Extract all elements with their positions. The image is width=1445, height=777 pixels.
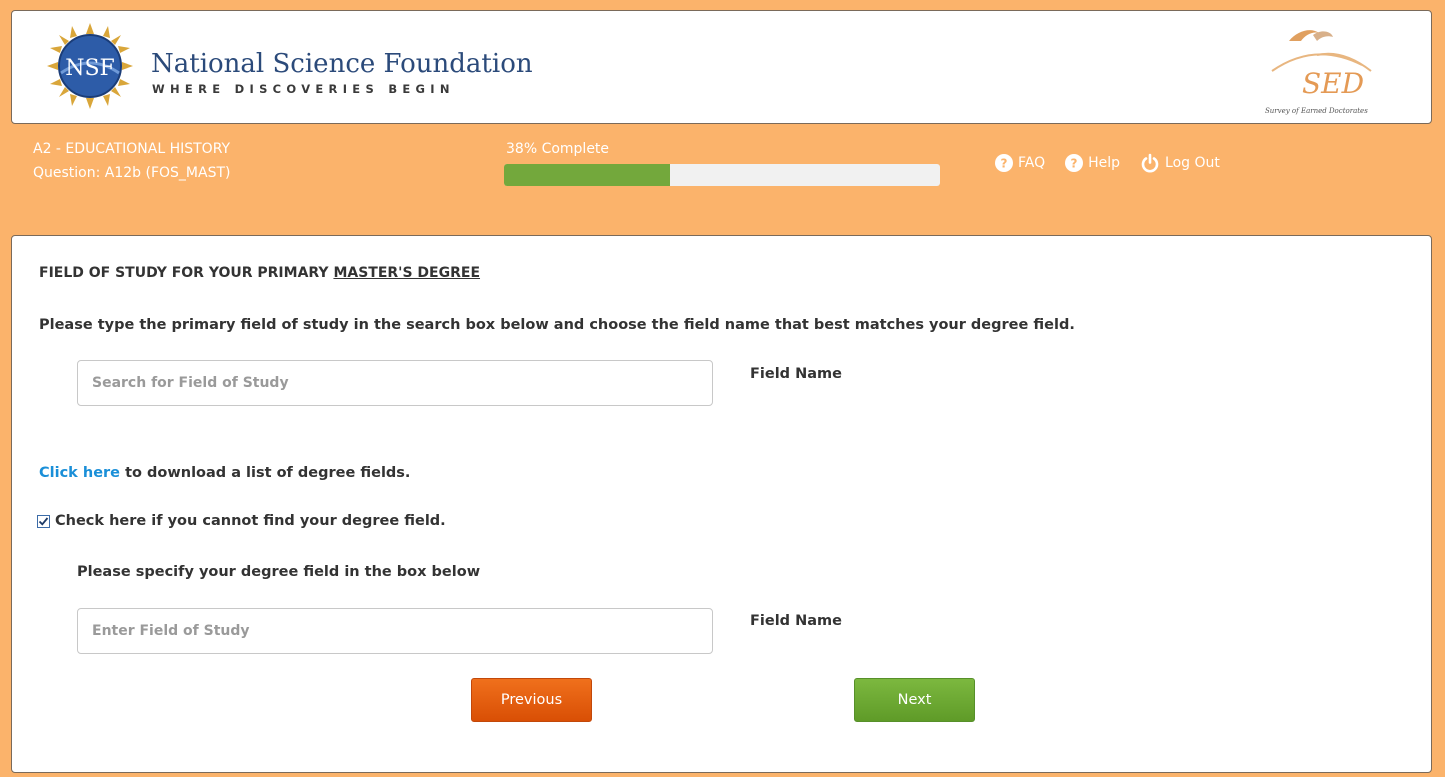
cannot-find-checkbox[interactable] bbox=[37, 514, 50, 528]
download-instructions: Click here to download a list of degree … bbox=[39, 465, 411, 481]
next-button[interactable]: Next bbox=[854, 678, 975, 722]
cannot-find-label[interactable]: Check here if you cannot find your degre… bbox=[55, 513, 446, 529]
org-name: National Science Foundation bbox=[151, 49, 533, 79]
previous-button[interactable]: Previous bbox=[471, 678, 592, 722]
org-tagline: WHERE DISCOVERIES BEGIN bbox=[152, 82, 455, 96]
field-name-label: Field Name bbox=[750, 366, 842, 382]
faq-link[interactable]: ? FAQ bbox=[995, 154, 1045, 172]
svg-text:?: ? bbox=[1001, 157, 1008, 171]
question-instructions: Please type the primary field of study i… bbox=[39, 317, 1075, 333]
logout-label: Log Out bbox=[1165, 155, 1220, 171]
progress-bar bbox=[504, 164, 940, 186]
heading-emphasis: MASTER'S DEGREE bbox=[333, 265, 481, 281]
question-circle-icon: ? bbox=[1065, 154, 1084, 172]
power-icon bbox=[1141, 153, 1159, 173]
header-nav: ? FAQ ? Help Log Out bbox=[995, 152, 1220, 174]
download-link[interactable]: Click here bbox=[39, 465, 120, 481]
sed-logo: SED Survey of Earned Doctorates bbox=[1265, 30, 1372, 115]
cannot-find-checkbox-row[interactable]: Check here if you cannot find your degre… bbox=[37, 513, 446, 529]
logout-link[interactable]: Log Out bbox=[1140, 153, 1220, 173]
question-card: FIELD OF STUDY FOR YOUR PRIMARY MASTER'S… bbox=[11, 235, 1432, 773]
site-header: NSF National Science Foundation WHERE DI… bbox=[11, 10, 1432, 124]
svg-text:NSF: NSF bbox=[65, 56, 115, 81]
help-label: Help bbox=[1088, 155, 1121, 171]
field-name-label-2: Field Name bbox=[750, 613, 842, 629]
faq-label: FAQ bbox=[1018, 155, 1046, 171]
checkmark-icon bbox=[38, 516, 49, 526]
svg-text:Survey of Earned Doctorates: Survey of Earned Doctorates bbox=[1265, 107, 1368, 115]
svg-text:?: ? bbox=[1071, 157, 1078, 171]
help-link[interactable]: ? Help bbox=[1065, 154, 1120, 172]
question-circle-icon: ? bbox=[995, 154, 1013, 172]
progress-fill bbox=[504, 164, 670, 186]
question-heading: FIELD OF STUDY FOR YOUR PRIMARY MASTER'S… bbox=[39, 265, 481, 281]
progress-label: 38% Complete bbox=[506, 141, 610, 157]
section-title: A2 - EDUCATIONAL HISTORY bbox=[33, 141, 231, 157]
field-of-study-search-input[interactable] bbox=[77, 360, 713, 406]
question-id: Question: A12b (FOS_MAST) bbox=[33, 165, 231, 181]
field-of-study-entry-input[interactable] bbox=[77, 608, 713, 654]
nsf-seal-logo: NSF bbox=[47, 23, 133, 109]
svg-text:SED: SED bbox=[1302, 67, 1364, 100]
specify-prompt: Please specify your degree field in the … bbox=[77, 564, 481, 580]
